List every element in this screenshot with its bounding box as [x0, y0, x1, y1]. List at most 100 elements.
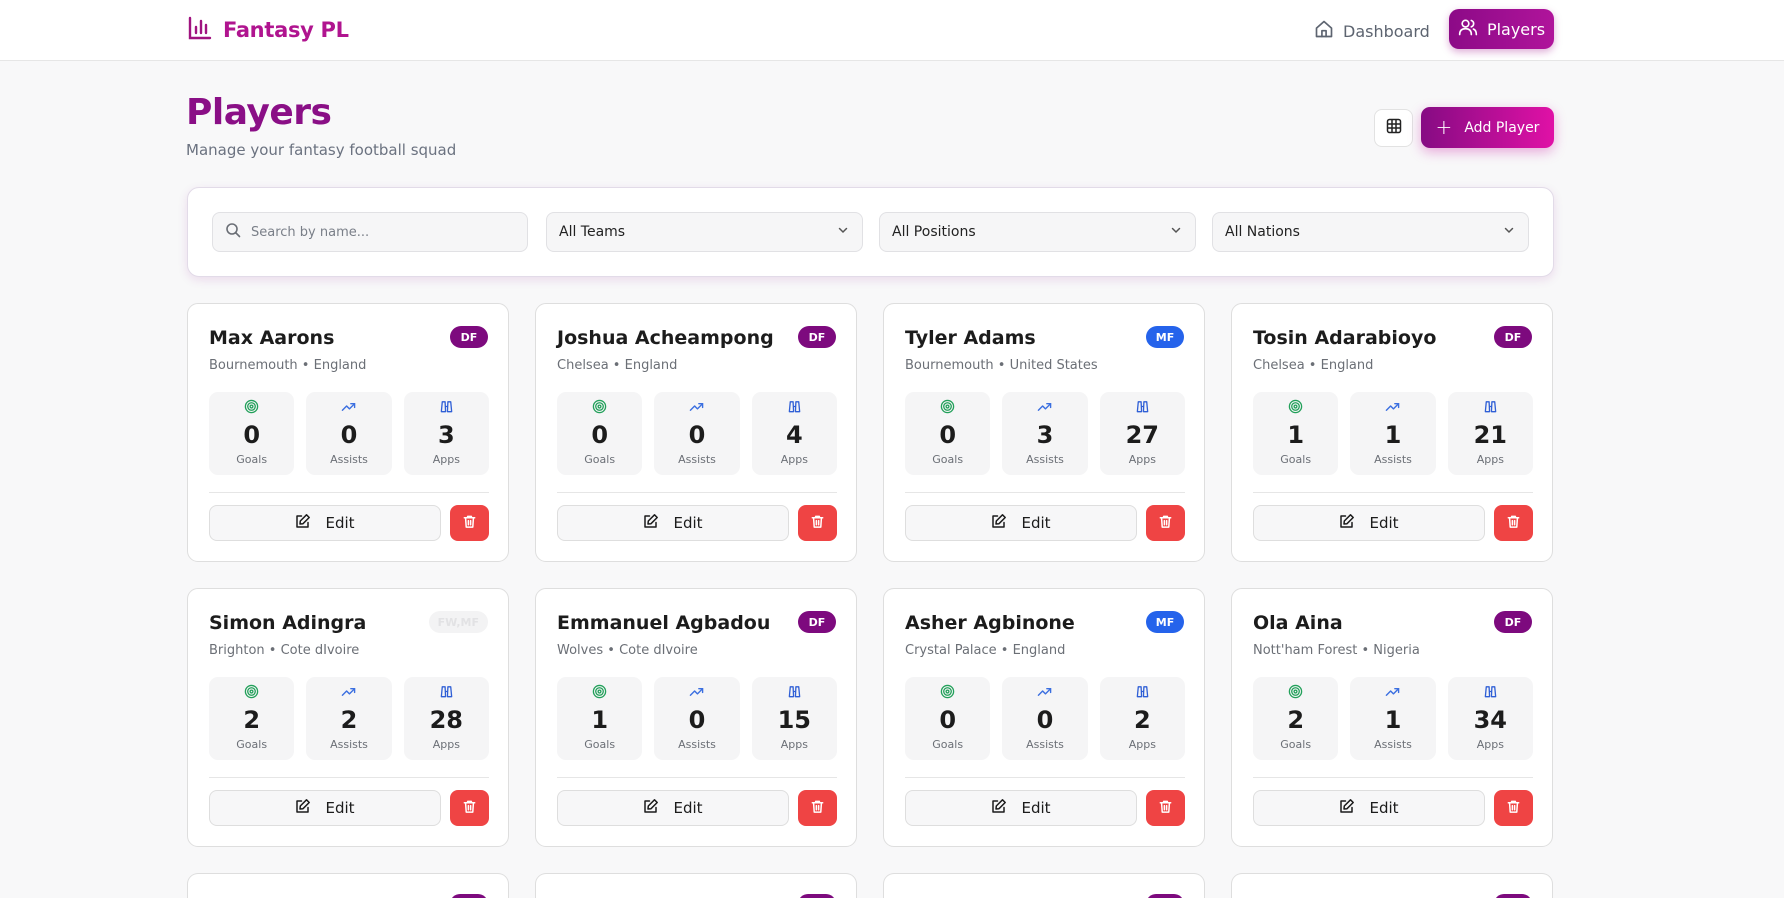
home-icon [1314, 19, 1334, 43]
player-nation: Cote dIvoire [280, 643, 360, 658]
stat-goals-value: 1 [591, 706, 609, 734]
player-team-nation: Bournemouth • United States [905, 358, 1098, 373]
card-divider [905, 492, 1185, 493]
nav-dashboard-label: Dashboard [1343, 21, 1430, 41]
delete-player-button[interactable] [798, 505, 837, 541]
stat-assists: 0 Assists [654, 392, 740, 475]
stat-apps-value: 4 [785, 421, 803, 449]
card-divider [1253, 492, 1533, 493]
edit-player-button[interactable]: Edit [209, 790, 441, 826]
search-box[interactable] [212, 212, 528, 252]
stat-goals-label: Goals [236, 738, 268, 751]
edit-player-button[interactable]: Edit [1253, 505, 1485, 541]
edit-icon [991, 798, 1007, 818]
search-input[interactable] [251, 224, 521, 240]
stat-apps-value: 21 [1473, 421, 1508, 449]
player-team: Brighton [209, 643, 265, 658]
stat-goals-label: Goals [236, 453, 268, 466]
nav-players[interactable]: Players [1449, 9, 1554, 49]
plus-icon: + [1435, 114, 1453, 139]
nav-dashboard[interactable]: Dashboard [1302, 12, 1442, 50]
stat-apps-value: 28 [429, 706, 464, 734]
stat-apps: 3 Apps [403, 392, 489, 475]
stat-apps: 4 Apps [751, 392, 837, 475]
meta-separator: • [1304, 358, 1321, 373]
position-badge: DF [1494, 326, 1532, 348]
player-name: Tosin Adarabioyo [1253, 327, 1437, 349]
edit-label: Edit [325, 514, 355, 532]
player-name: Simon Adingra [209, 612, 367, 634]
stat-assists-label: Assists [330, 738, 368, 751]
stat-assists: 0 Assists [306, 392, 392, 475]
edit-player-button[interactable]: Edit [557, 790, 789, 826]
stat-apps: 28 Apps [403, 677, 489, 760]
boots-icon [1100, 684, 1185, 699]
trash-icon [462, 514, 477, 533]
player-team-nation: Wolves • Cote dIvoire [557, 643, 698, 658]
player-card [535, 873, 857, 898]
edit-player-button[interactable]: Edit [209, 505, 441, 541]
stat-goals-value: 0 [939, 421, 957, 449]
player-team-nation: Brighton • Cote dIvoire [209, 643, 359, 658]
edit-player-button[interactable]: Edit [557, 505, 789, 541]
player-team: Bournemouth [209, 358, 298, 373]
trash-icon [1506, 514, 1521, 533]
edit-player-button[interactable]: Edit [905, 505, 1137, 541]
stat-assists: 1 Assists [1350, 392, 1436, 475]
delete-player-button[interactable] [798, 790, 837, 826]
edit-player-button[interactable]: Edit [905, 790, 1137, 826]
page-title: Players [186, 92, 332, 133]
stat-goals-value: 2 [1287, 706, 1305, 734]
top-navbar: Fantasy PL Dashboard Players [0, 0, 1784, 61]
stat-goals-label: Goals [584, 738, 616, 751]
player-name: Max Aarons [209, 327, 335, 349]
view-toggle-button[interactable] [1374, 109, 1413, 147]
delete-player-button[interactable] [1146, 790, 1185, 826]
team-filter-select[interactable]: All Teams [546, 212, 863, 252]
delete-player-button[interactable] [450, 790, 489, 826]
stat-apps-value: 3 [437, 421, 455, 449]
player-team-nation: Nott'ham Forest • Nigeria [1253, 643, 1420, 658]
card-divider [209, 492, 489, 493]
player-card: Tosin Adarabioyo Chelsea • England DF 1 Goal… [1231, 303, 1553, 562]
trending-up-icon [1350, 399, 1435, 414]
stat-apps-label: Apps [1476, 738, 1504, 751]
edit-icon [643, 513, 659, 533]
app-logo[interactable]: Fantasy PL [187, 15, 349, 45]
add-player-button[interactable]: + Add Player [1421, 107, 1554, 148]
player-nation: Nigeria [1373, 643, 1420, 658]
trending-up-icon [654, 399, 739, 414]
player-stats: 0 Goals 0 Assists 3 Apps [209, 392, 489, 475]
meta-separator: • [264, 643, 281, 658]
player-name: Asher Agbinone [905, 612, 1075, 634]
nation-filter-select[interactable]: All Nations [1212, 212, 1529, 252]
player-team: Wolves [557, 643, 604, 658]
edit-icon [295, 513, 311, 533]
stat-goals-label: Goals [932, 453, 964, 466]
trending-up-icon [306, 399, 391, 414]
stat-assists-value: 1 [1384, 421, 1402, 449]
stat-assists-value: 0 [688, 421, 706, 449]
boots-icon [752, 684, 837, 699]
player-stats: 2 Goals 1 Assists 34 Apps [1253, 677, 1533, 760]
trending-up-icon [1002, 399, 1087, 414]
position-badge: DF [1494, 611, 1532, 633]
player-card [187, 873, 509, 898]
target-icon [1253, 684, 1338, 699]
player-card: Emmanuel Agbadou Wolves • Cote dIvoire DF 1… [535, 588, 857, 847]
delete-player-button[interactable] [1494, 790, 1533, 826]
player-stats: 0 Goals 0 Assists 2 Apps [905, 677, 1185, 760]
edit-player-button[interactable]: Edit [1253, 790, 1485, 826]
stat-goals: 2 Goals [1253, 677, 1339, 760]
position-badge [450, 894, 488, 898]
delete-player-button[interactable] [1146, 505, 1185, 541]
delete-player-button[interactable] [450, 505, 489, 541]
stat-goals-label: Goals [1280, 453, 1312, 466]
player-card: Ola Aina Nott'ham Forest • Nigeria DF 2 Goal… [1231, 588, 1553, 847]
player-name: Joshua Acheampong [557, 327, 774, 349]
stat-assists: 2 Assists [306, 677, 392, 760]
delete-player-button[interactable] [1494, 505, 1533, 541]
position-filter-select[interactable]: All Positions [879, 212, 1196, 252]
chevron-down-icon [1502, 223, 1516, 241]
player-card: Max Aarons Bournemouth • England DF 0 Goals 0… [187, 303, 509, 562]
